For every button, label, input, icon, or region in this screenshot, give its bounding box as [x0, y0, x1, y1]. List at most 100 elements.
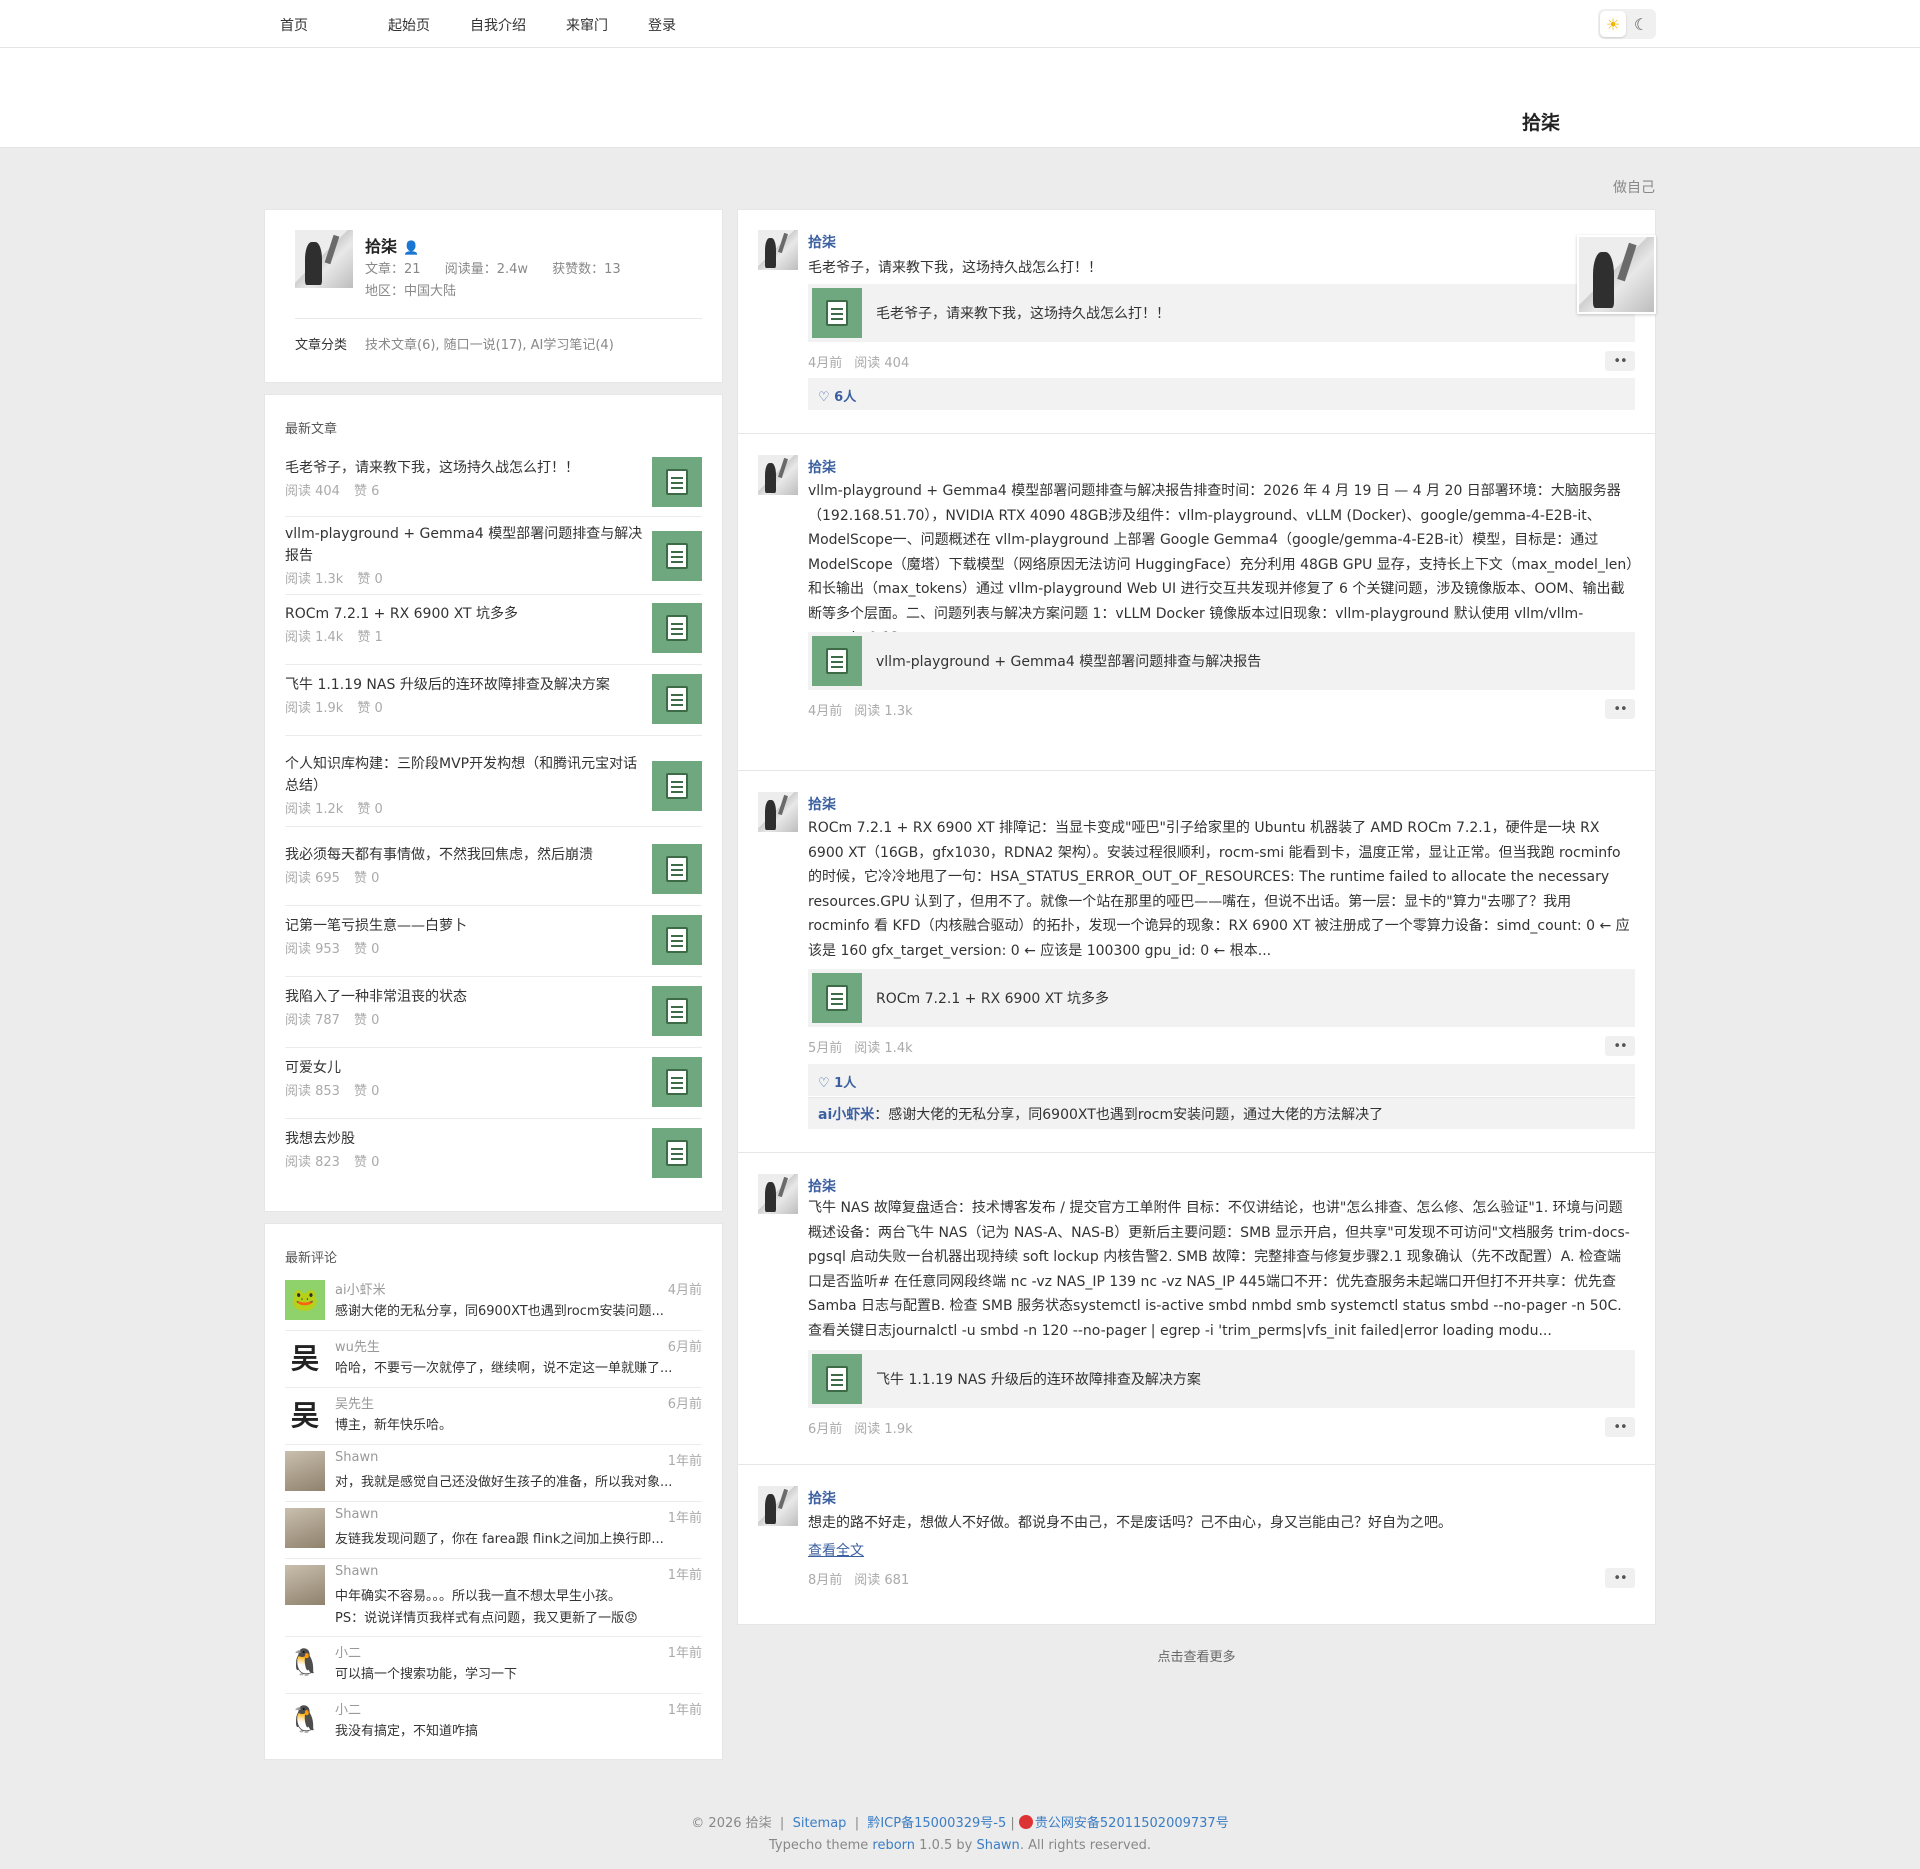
post-link-card[interactable]: vllm-playground + Gemma4 模型部署问题排查与解决报告 [808, 632, 1635, 690]
comment-text[interactable]: 对，我就是感觉自己还没做好生孩子的准备，所以我对象... [335, 1472, 702, 1494]
post-link-card[interactable]: 飞牛 1.1.19 NAS 升级后的连环故障排查及解决方案 [808, 1350, 1635, 1408]
post-author[interactable]: 拾柒 [808, 794, 836, 814]
comment-item[interactable]: 🐸 ai小虾米 4月前 感谢大佬的无私分享，同6900XT也遇到rocm安装问题… [285, 1274, 702, 1331]
comment-item[interactable]: Shawn 1年前 中年确实不容易。。。所以我一直不想太早生小孩。 PS：说说详… [285, 1559, 702, 1637]
comment-item[interactable]: 吴 wu先生 6月前 哈哈，不要亏一次就停了，继续啊，说不定这一单就赚了... [285, 1331, 702, 1388]
latest-post-thumb[interactable] [652, 674, 702, 724]
comment-text[interactable]: 可以搞一个搜索功能，学习一下 [335, 1664, 702, 1686]
nav-start-page[interactable]: 起始页 [388, 15, 430, 35]
latest-post-thumb[interactable] [652, 1128, 702, 1178]
more-options-button[interactable]: •• [1605, 1417, 1635, 1437]
latest-post-title[interactable]: 毛老爷子，请来教下我，这场持久战怎么打！！ [285, 457, 645, 479]
penguin-avatar-icon: 🐧 [288, 1705, 322, 1735]
theme-link[interactable]: reborn [872, 1838, 915, 1853]
latest-post-meta: 阅读 695 赞 0 [285, 867, 702, 886]
post-author[interactable]: 拾柒 [808, 457, 836, 477]
inline-comment-author[interactable]: ai小虾米 [818, 1107, 874, 1123]
comment-item[interactable]: Shawn 1年前 友链我发现问题了，你在 farea跟 flink之间加上换行… [285, 1502, 702, 1559]
post-body: vllm-playground + Gemma4 模型部署问题排查与解决报告排查… [808, 483, 1634, 646]
more-options-button[interactable]: •• [1605, 699, 1635, 719]
comment-text[interactable]: 哈哈，不要亏一次就停了，继续啊，说不定这一单就赚了... [335, 1358, 702, 1380]
footer-separator: | [779, 1816, 785, 1831]
latest-post-item[interactable]: 我想去炒股 阅读 823 赞 0 [285, 1128, 702, 1190]
load-more-button[interactable]: 点击查看更多 [737, 1646, 1656, 1665]
police-record-link[interactable]: 贵公网安备52011502009737号 [1035, 1816, 1229, 1831]
latest-post-thumb[interactable] [652, 844, 702, 894]
latest-post-item[interactable]: 我陷入了一种非常沮丧的状态 阅读 787 赞 0 [285, 986, 702, 1048]
latest-post-thumb[interactable] [652, 761, 702, 811]
latest-post-thumb[interactable] [652, 986, 702, 1036]
latest-post-title[interactable]: 可爱女儿 [285, 1057, 645, 1079]
read-more-link[interactable]: 查看全文 [808, 1540, 864, 1560]
post-author[interactable]: 拾柒 [808, 1488, 836, 1508]
latest-post-title[interactable]: 我想去炒股 [285, 1128, 645, 1150]
post-body: 想走的路不好走，想做人不好做。都说身不由己，不是废话吗？己不由心，身又岂能由己？… [808, 1515, 1452, 1531]
post-link-card[interactable]: ROCm 7.2.1 + RX 6900 XT 坑多多 [808, 969, 1635, 1027]
sitemap-link[interactable]: Sitemap [793, 1816, 847, 1831]
latest-post-reads: 阅读 853 [285, 1084, 340, 1099]
author-link[interactable]: Shawn [976, 1838, 1019, 1853]
post-avatar[interactable] [758, 1486, 798, 1526]
latest-post-title[interactable]: 我陷入了一种非常沮丧的状态 [285, 986, 645, 1008]
latest-post-item[interactable]: 我必须每天都有事情做，不然我回焦虑，然后崩溃 阅读 695 赞 0 [285, 844, 702, 906]
latest-post-item[interactable]: 个人知识库构建：三阶段MVP开发构想（和腾讯元宝对话总结） 阅读 1.2k 赞 0 [285, 753, 702, 827]
nav-visit[interactable]: 来窜门 [566, 15, 608, 35]
sun-icon[interactable]: ☀ [1600, 11, 1626, 37]
more-options-button[interactable]: •• [1605, 351, 1635, 371]
latest-post-title[interactable]: 个人知识库构建：三阶段MVP开发构想（和腾讯元宝对话总结） [285, 753, 645, 797]
latest-post-reads: 阅读 823 [285, 1155, 340, 1170]
latest-post-item[interactable]: 毛老爷子，请来教下我，这场持久战怎么打！！ 阅读 404 赞 6 [285, 457, 702, 517]
comment-author: Shawn [335, 1507, 379, 1522]
post-author[interactable]: 拾柒 [808, 1176, 836, 1196]
comment-text[interactable]: 感谢大佬的无私分享，同6900XT也遇到rocm安装问题... [335, 1301, 702, 1323]
comment-time: 1年前 [667, 1511, 702, 1526]
post-author[interactable]: 拾柒 [808, 232, 836, 252]
more-options-button[interactable]: •• [1605, 1568, 1635, 1588]
nav-login[interactable]: 登录 [648, 15, 676, 35]
post-avatar[interactable] [758, 1174, 798, 1214]
moon-icon[interactable]: ☾ [1628, 11, 1654, 37]
latest-post-item[interactable]: vllm-playground + Gemma4 模型部署问题排查与解决报告 阅… [285, 523, 702, 595]
latest-post-thumb[interactable] [652, 531, 702, 581]
latest-post-title[interactable]: vllm-playground + Gemma4 模型部署问题排查与解决报告 [285, 523, 645, 567]
profile-name-row: 拾柒 👤 [365, 233, 419, 257]
comment-time: 1年前 [667, 1454, 702, 1469]
latest-post-title[interactable]: 我必须每天都有事情做，不然我回焦虑，然后崩溃 [285, 844, 645, 866]
post-link-card[interactable]: 毛老爷子，请来教下我，这场持久战怎么打！！ [808, 284, 1635, 342]
post-avatar[interactable] [758, 792, 798, 832]
icp-link[interactable]: 黔ICP备15000329号-5 [867, 1816, 1006, 1831]
latest-post-likes: 赞 0 [353, 1013, 380, 1028]
latest-post-thumb[interactable] [652, 457, 702, 507]
comment-item[interactable]: Shawn 1年前 对，我就是感觉自己还没做好生孩子的准备，所以我对象... [285, 1445, 702, 1502]
comment-text[interactable]: 博主，新年快乐哈。 [335, 1415, 702, 1437]
comment-item[interactable]: 🐧 小二 1年前 可以搞一个搜索功能，学习一下 [285, 1637, 702, 1694]
more-options-button[interactable]: •• [1605, 1036, 1635, 1056]
latest-post-reads: 阅读 1.4k [285, 630, 344, 645]
comment-item[interactable]: 🐧 小二 1年前 我没有搞定，不知道咋搞 [285, 1694, 702, 1751]
comment-item[interactable]: 吴 吴先生 6月前 博主，新年快乐哈。 [285, 1388, 702, 1445]
comment-text[interactable]: 友链我发现问题了，你在 farea跟 flink之间加上换行即... [335, 1529, 702, 1551]
latest-post-thumb[interactable] [652, 603, 702, 653]
latest-post-title[interactable]: 记第一笔亏损生意——白萝卜 [285, 915, 645, 937]
like-bar[interactable]: ♡ 1人 [808, 1064, 1635, 1096]
latest-post-item[interactable]: 记第一笔亏损生意——白萝卜 阅读 953 赞 0 [285, 915, 702, 977]
post-card-title: ROCm 7.2.1 + RX 6900 XT 坑多多 [876, 991, 1110, 1007]
latest-post-title[interactable]: 飞牛 1.1.19 NAS 升级后的连环故障排查及解决方案 [285, 674, 645, 696]
comment-text[interactable]: 中年确实不容易。。。所以我一直不想太早生小孩。 PS：说说详情页我样式有点问题，… [335, 1586, 702, 1630]
comment-text[interactable]: 我没有搞定，不知道咋搞 [335, 1721, 702, 1743]
latest-post-item[interactable]: 飞牛 1.1.19 NAS 升级后的连环故障排查及解决方案 阅读 1.9k 赞 0 [285, 674, 702, 736]
latest-post-item[interactable]: ROCm 7.2.1 + RX 6900 XT 坑多多 阅读 1.4k 赞 1 [285, 603, 702, 665]
latest-post-thumb[interactable] [652, 915, 702, 965]
post-time: 6月前 [808, 1422, 843, 1437]
like-bar[interactable]: ♡ 6人 [808, 378, 1635, 410]
nav-about[interactable]: 自我介绍 [470, 15, 526, 35]
nav-home[interactable]: 首页 [280, 15, 308, 35]
post-avatar[interactable] [758, 455, 798, 495]
latest-post-thumb[interactable] [652, 1057, 702, 1107]
header-avatar[interactable] [1577, 235, 1656, 314]
post-avatar[interactable] [758, 230, 798, 270]
latest-post-title[interactable]: ROCm 7.2.1 + RX 6900 XT 坑多多 [285, 603, 645, 625]
profile-region: 地区：中国大陆 [365, 284, 457, 299]
latest-post-item[interactable]: 可爱女儿 阅读 853 赞 0 [285, 1057, 702, 1119]
category-list[interactable]: 技术文章(6), 随口一说(17), AI学习笔记(4) [365, 334, 614, 353]
